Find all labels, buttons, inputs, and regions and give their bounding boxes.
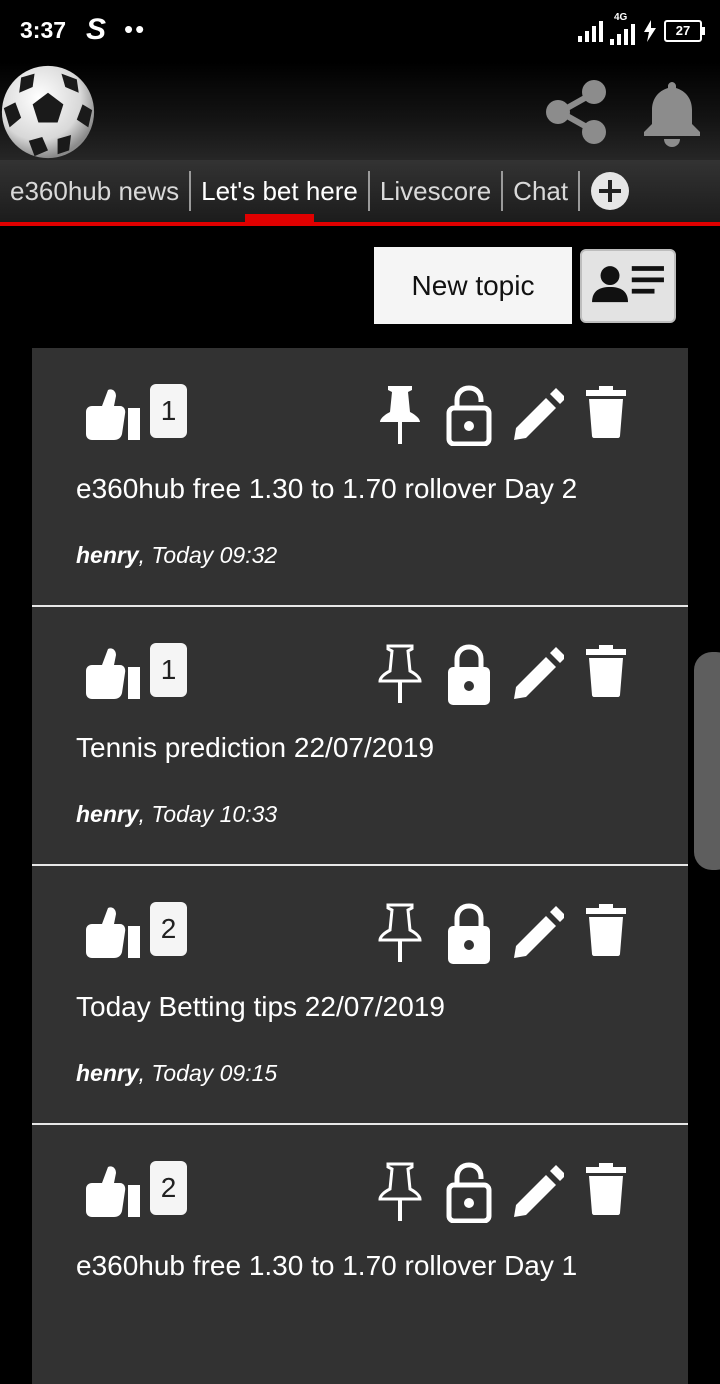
delete-icon[interactable] <box>584 1163 628 1215</box>
topics-list: 1 e360hub free 1.30 to 1.70 rollover Day… <box>32 348 688 1384</box>
thumbs-up-icon[interactable] <box>82 906 142 958</box>
tab-bar-underline <box>0 222 720 226</box>
add-tab-icon[interactable] <box>590 171 630 211</box>
tab-label: Chat <box>513 176 569 206</box>
tab-lets-bet-here[interactable]: Let's bet here <box>191 171 370 226</box>
lock-closed-icon[interactable] <box>446 643 492 705</box>
topic-meta: henry, Today 09:15 <box>76 1060 277 1087</box>
topic-card[interactable]: 1 Tennis prediction 22/07/2019 henry, To… <box>32 607 688 866</box>
profile-card-icon[interactable] <box>580 249 676 323</box>
topic-title[interactable]: e360hub free 1.30 to 1.70 rollover Day 1 <box>76 1250 577 1282</box>
topic-time: , Today 09:32 <box>138 542 278 568</box>
tab-chat[interactable]: Chat <box>503 171 581 211</box>
delete-icon[interactable] <box>584 645 628 697</box>
thumbs-up-icon[interactable] <box>82 647 142 699</box>
pin-outline-icon[interactable] <box>376 1161 424 1221</box>
topic-author[interactable]: henry <box>76 542 139 568</box>
battery-icon: 27 <box>664 20 705 42</box>
topic-card[interactable]: 2 e360hub free 1.30 to 1.70 rollover Day… <box>32 1125 688 1384</box>
signal-icon <box>578 21 603 42</box>
new-topic-button[interactable]: New topic <box>374 247 572 324</box>
edit-icon[interactable] <box>512 643 564 699</box>
topic-title[interactable]: Tennis prediction 22/07/2019 <box>76 732 434 764</box>
app-notification-icon: S <box>86 13 107 46</box>
like-count: 2 <box>150 902 187 956</box>
lock-open-icon[interactable] <box>446 1161 492 1223</box>
tab-bar: e360hub news Let's bet here Livescore Ch… <box>0 160 720 226</box>
topic-card[interactable]: 2 Today Betting tips 22/07/2019 henry, T… <box>32 866 688 1125</box>
topic-title[interactable]: Today Betting tips 22/07/2019 <box>76 991 445 1023</box>
pin-outline-icon[interactable] <box>376 643 424 703</box>
charging-icon <box>644 20 656 42</box>
topic-meta: henry, Today 09:32 <box>76 542 277 569</box>
share-icon[interactable] <box>540 76 612 148</box>
signal-4g-icon: 4G <box>610 12 636 45</box>
bell-icon[interactable] <box>636 76 708 148</box>
edit-icon[interactable] <box>512 902 564 958</box>
soccer-ball-logo-icon[interactable] <box>0 64 96 160</box>
lock-closed-icon[interactable] <box>446 902 492 964</box>
delete-icon[interactable] <box>584 386 628 438</box>
more-notifications-icon: •• <box>124 14 147 44</box>
topic-meta: henry, Today 10:33 <box>76 801 277 828</box>
edit-icon[interactable] <box>512 384 564 440</box>
app-bar <box>0 62 720 160</box>
tab-label: Livescore <box>379 176 492 206</box>
topic-author[interactable]: henry <box>76 1060 139 1086</box>
tab-livescore[interactable]: Livescore <box>370 171 504 211</box>
lock-open-icon[interactable] <box>446 384 492 446</box>
like-count: 1 <box>150 643 187 697</box>
tab-label: e360hub news <box>10 176 180 206</box>
topic-time: , Today 09:15 <box>138 1060 278 1086</box>
like-count: 2 <box>150 1161 187 1215</box>
thumbs-up-icon[interactable] <box>82 388 142 440</box>
topic-time: , Today 10:33 <box>138 801 278 827</box>
thumbs-up-icon[interactable] <box>82 1165 142 1217</box>
topic-author[interactable]: henry <box>76 801 139 827</box>
edge-panel-handle[interactable] <box>694 652 720 870</box>
pin-icon[interactable] <box>376 384 424 444</box>
delete-icon[interactable] <box>584 904 628 956</box>
topic-title[interactable]: e360hub free 1.30 to 1.70 rollover Day 2 <box>76 473 577 505</box>
like-count: 1 <box>150 384 187 438</box>
topic-card[interactable]: 1 e360hub free 1.30 to 1.70 rollover Day… <box>32 348 688 607</box>
network-type: 4G <box>614 12 628 23</box>
edit-icon[interactable] <box>512 1161 564 1217</box>
status-bar: 3:37 S •• 4G 27 <box>0 0 720 62</box>
status-indicators: 4G 27 <box>578 12 705 46</box>
pin-outline-icon[interactable] <box>376 902 424 962</box>
tab-e360hub-news[interactable]: e360hub news <box>0 171 192 211</box>
tab-label: Let's bet here <box>201 176 358 206</box>
status-time: 3:37 <box>20 17 67 43</box>
